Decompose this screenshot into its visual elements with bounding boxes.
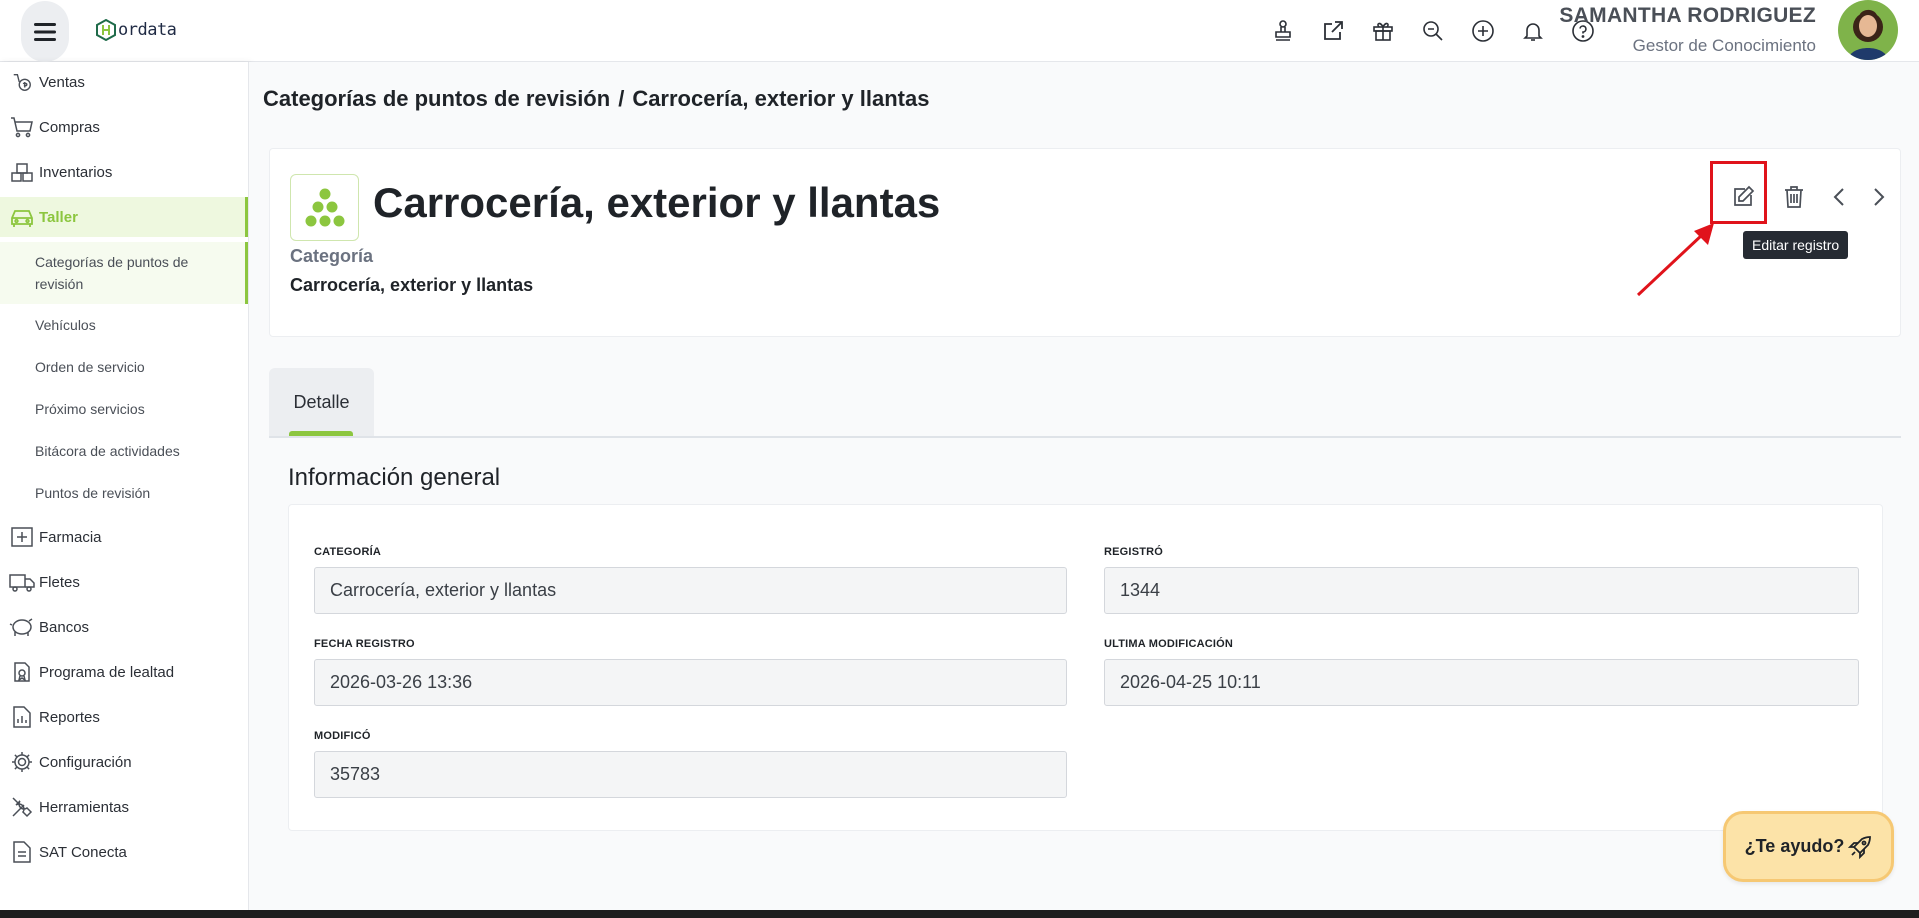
registro-label: REGISTRÓ	[1104, 546, 1164, 558]
previous-record-button[interactable]	[1824, 182, 1854, 212]
fecha-registro-field[interactable]	[314, 659, 1067, 706]
sidebar-item-fletes[interactable]: Fletes	[0, 562, 248, 602]
next-record-button[interactable]	[1864, 182, 1894, 212]
edit-tooltip: Editar registro	[1743, 231, 1849, 259]
registro-field[interactable]	[1104, 567, 1859, 614]
breadcrumb: Categorías de puntos de revisión / Carro…	[263, 86, 929, 112]
help-chat-button[interactable]: ¿Te ayudo?	[1723, 811, 1894, 882]
highlight-annotation-box	[1710, 161, 1767, 224]
categoria-label: CATEGORÍA	[314, 546, 381, 558]
main-content: Categorías de puntos de revisión / Carro…	[249, 62, 1919, 914]
categoria-field[interactable]	[314, 567, 1067, 614]
sales-icon	[8, 68, 36, 96]
notifications-button[interactable]	[1518, 16, 1548, 46]
tab-detalle[interactable]: Detalle	[269, 368, 374, 436]
truck-icon	[8, 568, 36, 596]
cart-icon	[8, 113, 36, 141]
sidebar-item-lealtad[interactable]: Programa de lealtad	[0, 652, 248, 692]
dots-pyramid-icon	[305, 188, 344, 226]
sidebar-subitem-vehiculos[interactable]: Vehículos	[0, 304, 248, 346]
external-link-button[interactable]	[1318, 16, 1348, 46]
piggy-bank-icon	[8, 613, 36, 641]
gift-icon	[1373, 22, 1393, 41]
modifico-field[interactable]	[314, 751, 1067, 798]
sidebar-item-inventarios[interactable]: Inventarios	[0, 152, 248, 192]
sidebar-item-farmacia[interactable]: Farmacia	[0, 517, 248, 557]
arrow-annotation-icon	[1636, 223, 1714, 297]
search-zoom-button[interactable]	[1418, 16, 1448, 46]
sidebar: Ventas Compras Inventarios Taller Catego…	[0, 62, 249, 914]
car-icon	[8, 203, 36, 231]
record-sub-value: Carrocería, exterior y llantas	[290, 275, 534, 295]
rocket-icon	[1848, 835, 1872, 859]
sidebar-subitem-bitacora[interactable]: Bitácora de actividades	[0, 430, 248, 472]
category-image	[290, 174, 359, 241]
taskbar	[0, 910, 1919, 918]
logo-mark-icon	[96, 19, 116, 41]
gift-button[interactable]	[1368, 16, 1398, 46]
sidebar-item-bancos[interactable]: Bancos	[0, 607, 248, 647]
sidebar-item-taller[interactable]: Taller	[0, 197, 248, 237]
search-zoom-icon	[1423, 21, 1443, 41]
stamp-button[interactable]	[1268, 16, 1298, 46]
modifico-label: MODIFICÓ	[314, 730, 371, 742]
sidebar-item-reportes[interactable]: Reportes	[0, 697, 248, 737]
section-title: Información general	[288, 464, 501, 491]
app-logo[interactable]: ordata	[96, 19, 177, 41]
breadcrumb-current: Carrocería, exterior y llantas	[632, 86, 930, 111]
sidebar-item-herramientas[interactable]: Herramientas	[0, 787, 248, 827]
gear-icon	[8, 748, 36, 776]
tools-icon	[8, 793, 36, 821]
user-info[interactable]: SAMANTHA RODRIGUEZ Gestor de Conocimient…	[1559, 2, 1816, 61]
trash-icon	[1785, 186, 1803, 208]
tabs-divider	[269, 436, 1901, 438]
stamp-icon	[1275, 20, 1291, 41]
ultima-modificacion-label: ULTIMA MODIFICACIÓN	[1104, 638, 1234, 650]
bell-icon	[1523, 23, 1543, 41]
sidebar-subitem-puntos-revision[interactable]: Puntos de revisión	[0, 472, 248, 514]
chevron-right-icon	[1874, 188, 1885, 206]
breadcrumb-separator: /	[618, 86, 625, 111]
delete-record-button[interactable]	[1779, 182, 1809, 212]
sidebar-item-sat-conecta[interactable]: SAT Conecta	[0, 832, 248, 872]
help-label: ¿Te ayudo?	[1744, 836, 1845, 856]
top-header: ordata SAMANTHA RODRIGUEZ Gestor de Cono…	[0, 0, 1919, 62]
general-info-form: CATEGORÍA REGISTRÓ FECHA REGISTRO ULTIMA…	[288, 504, 1883, 831]
ultima-modificacion-field[interactable]	[1104, 659, 1859, 706]
pharmacy-icon	[8, 523, 36, 551]
avatar[interactable]	[1838, 0, 1898, 60]
record-sub-label: Categoría	[290, 246, 374, 266]
record-title: Carrocería, exterior y llantas	[373, 179, 941, 226]
report-icon	[8, 703, 36, 731]
sidebar-subitem-categorias[interactable]: Categorías de puntos de revisión	[0, 242, 248, 304]
sidebar-item-configuracion[interactable]: Configuración	[0, 742, 248, 782]
sidebar-item-compras[interactable]: Compras	[0, 107, 248, 147]
sidebar-item-ventas[interactable]: Ventas	[0, 62, 248, 102]
plus-circle-icon	[1472, 20, 1494, 42]
hamburger-menu-button[interactable]	[21, 1, 69, 62]
add-button[interactable]	[1468, 16, 1498, 46]
logo-text: ordata	[118, 20, 177, 40]
sidebar-subitem-orden-servicio[interactable]: Orden de servicio	[0, 346, 248, 388]
sidebar-subitem-proximo-servicios[interactable]: Próximo servicios	[0, 388, 248, 430]
user-name: SAMANTHA RODRIGUEZ	[1559, 4, 1816, 27]
document-icon	[8, 838, 36, 866]
menu-icon	[34, 22, 56, 41]
breadcrumb-parent-link[interactable]: Categorías de puntos de revisión	[263, 86, 610, 112]
loyalty-icon	[8, 658, 36, 686]
chevron-left-icon	[1833, 188, 1844, 206]
external-link-icon	[1324, 21, 1343, 40]
boxes-icon	[8, 158, 36, 186]
fecha-registro-label: FECHA REGISTRO	[314, 638, 415, 650]
user-role: Gestor de Conocimiento	[1632, 36, 1816, 55]
